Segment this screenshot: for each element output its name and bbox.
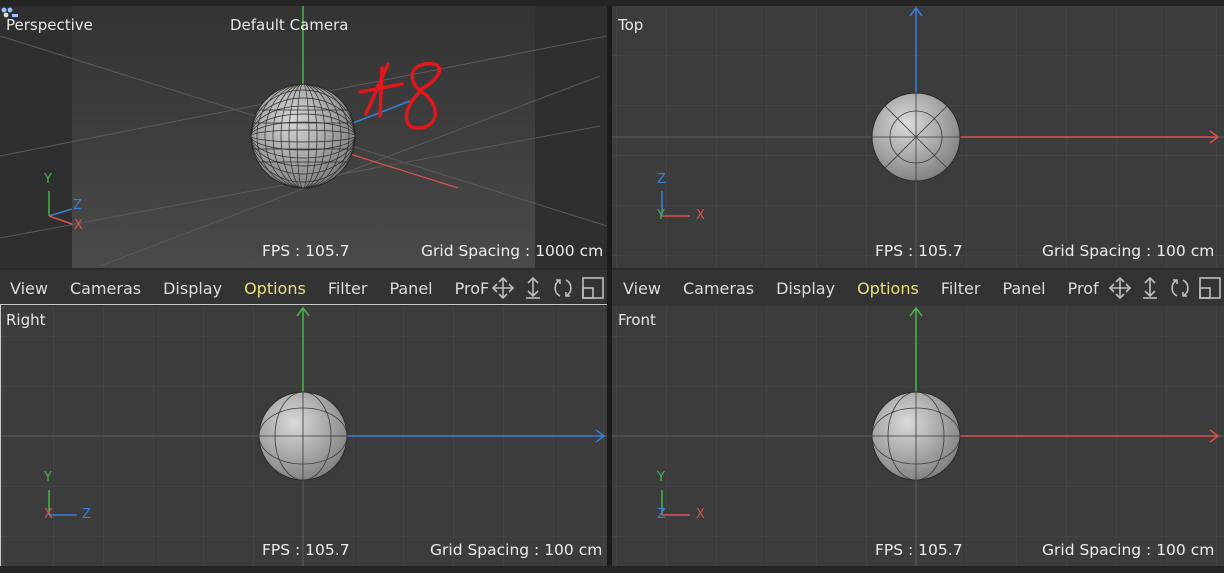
top-viewport[interactable]: Top Z Y X FPS : 105.7 Grid Spacing : 100… (612, 6, 1224, 268)
axis-x-label: X (74, 218, 83, 233)
menu-view[interactable]: View (10, 279, 48, 298)
viewport-title: Front (618, 311, 656, 329)
top-border (0, 0, 1224, 6)
axis-y-label: Y (44, 172, 52, 187)
maximize-view-icon[interactable] (1198, 276, 1222, 300)
nav-icons (491, 276, 605, 300)
axis-x-label: X (696, 507, 705, 522)
rotate-view-icon[interactable] (1168, 276, 1192, 300)
menu-panel[interactable]: Panel (389, 279, 432, 298)
axis-z-label: Z (73, 198, 82, 213)
menu-view[interactable]: View (623, 279, 661, 298)
nav-icons (1108, 276, 1222, 300)
menu-prorender[interactable]: Prof (1068, 279, 1099, 298)
vertical-divider[interactable] (607, 0, 612, 573)
fps-readout: FPS : 105.7 (875, 242, 963, 260)
right-viewport[interactable]: Right Y X Z FPS : 105.7 Grid Spacing : 1… (0, 306, 608, 566)
axis-z-label: Z (657, 507, 666, 522)
maximize-view-icon[interactable] (581, 276, 605, 300)
right-scene (0, 306, 608, 566)
front-viewport[interactable]: Front Y Z X FPS : 105.7 Grid Spacing : 1… (612, 306, 1224, 566)
menu-filter[interactable]: Filter (941, 279, 981, 298)
move-view-icon[interactable] (491, 276, 515, 300)
menu-options[interactable]: Options (857, 279, 919, 298)
camera-icon[interactable] (0, 6, 20, 20)
axis-y-label: Y (44, 470, 52, 485)
fps-readout: FPS : 105.7 (875, 541, 963, 559)
zoom-view-icon[interactable] (1138, 276, 1162, 300)
perspective-viewport[interactable]: Perspective Default Camera Y Z X FPS : 1… (0, 6, 607, 268)
top-scene (612, 6, 1224, 268)
fps-readout: FPS : 105.7 (262, 242, 350, 260)
perspective-scene (0, 6, 607, 268)
menu-display[interactable]: Display (163, 279, 222, 298)
menu-filter[interactable]: Filter (328, 279, 368, 298)
viewport-menubar-right: View Cameras Display Options Filter Pane… (612, 270, 1224, 306)
viewport-title: Top (618, 16, 644, 34)
grid-spacing-readout: Grid Spacing : 100 cm (1042, 242, 1215, 260)
menu-prorender[interactable]: ProF (455, 279, 490, 298)
axis-x-label: X (696, 208, 705, 223)
viewport-menubar-left: View Cameras Display Options Filter Pane… (0, 270, 607, 306)
sphere[interactable] (251, 84, 355, 188)
axis-x-label: X (44, 507, 53, 522)
menu-panel[interactable]: Panel (1002, 279, 1045, 298)
grid-spacing-readout: Grid Spacing : 1000 cm (421, 242, 604, 260)
grid-spacing-readout: Grid Spacing : 100 cm (430, 541, 603, 559)
bottom-border (0, 566, 1224, 573)
axis-y-label: Y (657, 470, 665, 485)
menu-display[interactable]: Display (776, 279, 835, 298)
fps-readout: FPS : 105.7 (262, 541, 350, 559)
grid-spacing-readout: Grid Spacing : 100 cm (1042, 541, 1215, 559)
front-scene (612, 306, 1224, 566)
axis-y-label: Y (657, 208, 665, 223)
menu-options[interactable]: Options (244, 279, 306, 298)
viewport-title: Right (6, 311, 46, 329)
move-view-icon[interactable] (1108, 276, 1132, 300)
axis-z-label: Z (657, 172, 666, 187)
zoom-view-icon[interactable] (521, 276, 545, 300)
axis-z-label: Z (82, 507, 91, 522)
rotate-view-icon[interactable] (551, 276, 575, 300)
menu-cameras[interactable]: Cameras (70, 279, 141, 298)
menu-cameras[interactable]: Cameras (683, 279, 754, 298)
camera-name[interactable]: Default Camera (230, 16, 348, 34)
